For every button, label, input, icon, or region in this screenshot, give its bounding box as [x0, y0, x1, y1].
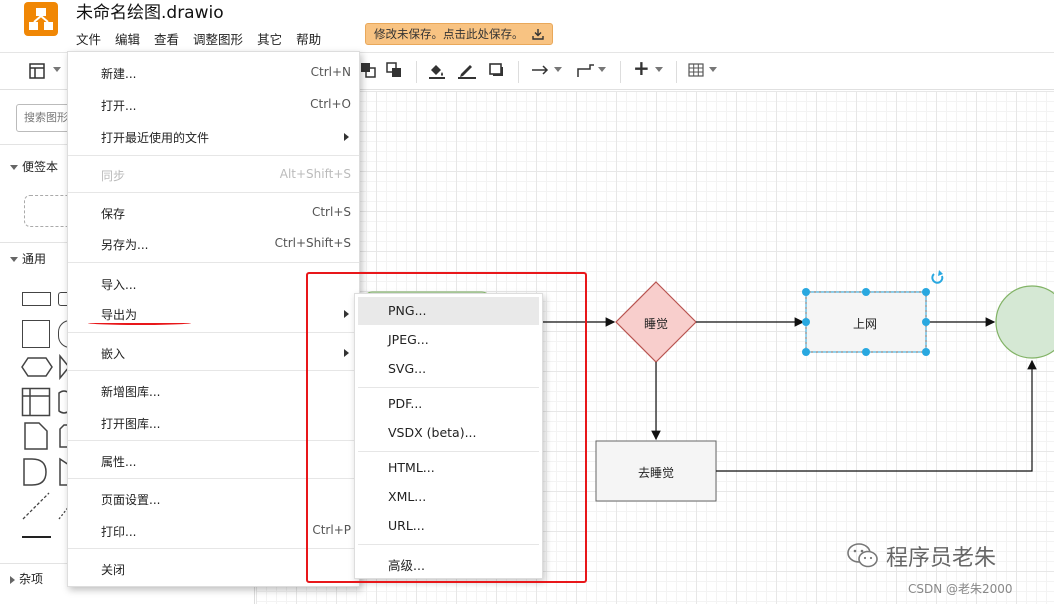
- resize-handle[interactable]: [802, 318, 810, 326]
- menu-item-label: 关闭: [101, 563, 126, 577]
- menu-item-open-recent[interactable]: 打开最近使用的文件: [68, 122, 359, 150]
- menu-item-label: 保存: [101, 207, 126, 221]
- menu-item-save-as[interactable]: 另存为... Ctrl+Shift+S: [68, 229, 359, 257]
- resize-handle[interactable]: [862, 288, 870, 296]
- menu-separator: [68, 192, 359, 193]
- menu-item-label: 同步: [101, 169, 126, 183]
- decision-node-label: 睡觉: [644, 317, 669, 331]
- end-node[interactable]: [995, 285, 1054, 359]
- menu-item-label: 导入...: [101, 278, 137, 292]
- menu-item-label: 另存为...: [101, 238, 149, 252]
- sleep-node-label: 去睡觉: [638, 466, 675, 480]
- menu-item-label: 页面设置...: [101, 493, 161, 507]
- wechat-watermark: 程序员老朱: [846, 540, 996, 572]
- menu-item-label: 打开图库...: [101, 417, 161, 431]
- menu-item-label: 打开...: [101, 99, 137, 113]
- menu-item-shortcut: Ctrl+O: [310, 97, 351, 111]
- menu-item-label: 打印...: [101, 525, 137, 539]
- menu-item-save[interactable]: 保存 Ctrl+S: [68, 198, 359, 226]
- csdn-credit: CSDN @老朱2000: [908, 582, 1013, 596]
- red-highlight-annotation: [306, 272, 587, 583]
- menu-separator: [68, 155, 359, 156]
- menu-item-shortcut: Ctrl+Shift+S: [274, 236, 351, 250]
- resize-handle[interactable]: [922, 318, 930, 326]
- menu-item-shortcut: Ctrl+S: [311, 205, 351, 219]
- menu-item-shortcut: Ctrl+N: [310, 65, 351, 79]
- menu-item-label: 新增图库...: [101, 385, 161, 399]
- menu-separator: [68, 262, 359, 263]
- resize-handle[interactable]: [922, 288, 930, 296]
- menu-item-shortcut: Alt+Shift+S: [279, 167, 351, 181]
- resize-handle[interactable]: [802, 348, 810, 356]
- menu-item-new[interactable]: 新建... Ctrl+N: [68, 58, 359, 86]
- menu-item-open[interactable]: 打开... Ctrl+O: [68, 90, 359, 118]
- resize-handle[interactable]: [802, 288, 810, 296]
- submenu-arrow-icon: [344, 133, 349, 141]
- resize-handle[interactable]: [922, 348, 930, 356]
- menu-item-label: 嵌入: [101, 347, 126, 361]
- menu-item-label: 属性...: [101, 455, 137, 469]
- online-node-label: 上网: [853, 317, 878, 331]
- wechat-icon: [847, 543, 878, 568]
- connector-sleep-to-end[interactable]: [716, 359, 1037, 472]
- rotate-handle-icon[interactable]: [931, 270, 944, 284]
- red-underline-annotation: [88, 321, 191, 325]
- menu-item-sync: 同步 Alt+Shift+S: [68, 160, 359, 188]
- resize-handle[interactable]: [862, 348, 870, 356]
- menu-item-label: 打开最近使用的文件: [101, 131, 210, 145]
- menu-item-label: 新建...: [101, 67, 137, 81]
- watermark-text: 程序员老朱: [886, 546, 997, 571]
